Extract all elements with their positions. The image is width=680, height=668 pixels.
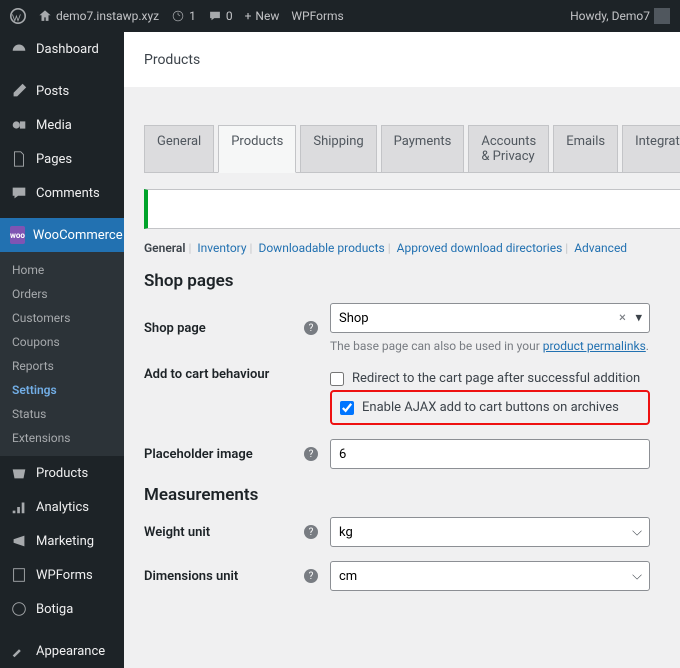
placeholder-label: Placeholder image	[144, 447, 304, 462]
tab-payments[interactable]: Payments	[381, 125, 465, 172]
shop-page-desc: The base page can also be used in your p…	[330, 339, 650, 353]
tab-products[interactable]: Products	[218, 125, 296, 173]
menu-analytics[interactable]: Analytics	[0, 490, 124, 524]
placeholder-input[interactable]	[330, 439, 650, 469]
menu-marketing[interactable]: Marketing	[0, 524, 124, 558]
admin-sidebar: Dashboard Posts Media Pages Comments woo…	[0, 32, 124, 668]
site-name[interactable]: demo7.instawp.xyz	[38, 9, 159, 23]
dimensions-label: Dimensions unit	[144, 569, 304, 584]
tab-shipping[interactable]: Shipping	[300, 125, 376, 172]
submenu-home[interactable]: Home	[0, 258, 124, 282]
ajax-checkbox-row: Enable AJAX add to cart buttons on archi…	[340, 396, 640, 419]
subsub-downloadable[interactable]: Downloadable products	[258, 241, 384, 255]
ajax-highlight: Enable AJAX add to cart buttons on archi…	[330, 390, 650, 425]
menu-wpforms[interactable]: WPForms	[0, 558, 124, 592]
redirect-label: Redirect to the cart page after successf…	[352, 371, 640, 386]
menu-dashboard[interactable]: Dashboard	[0, 32, 124, 66]
submenu-reports[interactable]: Reports	[0, 354, 124, 378]
woocommerce-icon: woo	[10, 226, 25, 244]
redirect-checkbox[interactable]	[330, 372, 344, 386]
chevron-down-icon[interactable]: ⌵	[632, 569, 642, 584]
field-shop-page: Shop page ? × ▾ The base page can also b…	[144, 303, 680, 353]
shop-page-label: Shop page	[144, 321, 304, 336]
subsub-inventory[interactable]: Inventory	[197, 241, 246, 255]
subsub-approved-dirs[interactable]: Approved download directories	[397, 241, 563, 255]
woocommerce-submenu: Home Orders Customers Coupons Reports Se…	[0, 252, 124, 456]
admin-notice	[144, 189, 680, 229]
menu-posts[interactable]: Posts	[0, 74, 124, 108]
submenu-extensions[interactable]: Extensions	[0, 426, 124, 450]
submenu-customers[interactable]: Customers	[0, 306, 124, 330]
submenu-coupons[interactable]: Coupons	[0, 330, 124, 354]
submenu-orders[interactable]: Orders	[0, 282, 124, 306]
product-permalinks-link[interactable]: product permalinks	[543, 339, 646, 353]
field-cart-behaviour: Add to cart behaviour Redirect to the ca…	[144, 367, 680, 425]
menu-woocommerce[interactable]: wooWooCommerce	[0, 218, 124, 252]
weight-select[interactable]	[330, 517, 650, 547]
woo-header: Products Activity Finish setup	[124, 32, 680, 87]
section-shop-pages: Shop pages	[144, 271, 680, 291]
submenu-settings[interactable]: Settings	[0, 378, 124, 402]
clear-icon[interactable]: ×	[619, 311, 626, 326]
subsub-nav: General| Inventory| Downloadable product…	[144, 241, 680, 255]
shop-page-select[interactable]	[330, 303, 650, 333]
redirect-checkbox-row: Redirect to the cart page after successf…	[330, 367, 650, 390]
field-dimensions-unit: Dimensions unit ? ⌵	[144, 561, 680, 591]
help-icon[interactable]: ?	[304, 447, 318, 461]
menu-products[interactable]: Products	[0, 456, 124, 490]
ajax-label: Enable AJAX add to cart buttons on archi…	[362, 400, 619, 415]
comments-icon[interactable]: 0	[208, 9, 233, 23]
help-icon[interactable]: ?	[304, 525, 318, 539]
menu-appearance[interactable]: Appearance	[0, 634, 124, 668]
ajax-checkbox[interactable]	[340, 401, 354, 415]
dimensions-select[interactable]	[330, 561, 650, 591]
submenu-status[interactable]: Status	[0, 402, 124, 426]
tab-emails[interactable]: Emails	[553, 125, 618, 172]
chevron-down-icon[interactable]: ⌵	[632, 525, 642, 540]
subsub-advanced[interactable]: Advanced	[574, 241, 627, 255]
tab-integration[interactable]: Integration	[622, 125, 680, 172]
cart-behaviour-label: Add to cart behaviour	[144, 367, 304, 382]
wpforms-link[interactable]: WPForms	[291, 9, 343, 23]
menu-comments[interactable]: Comments	[0, 176, 124, 210]
updates-icon[interactable]: 1	[171, 9, 196, 23]
menu-botiga[interactable]: Botiga	[0, 592, 124, 626]
new-content[interactable]: + New	[245, 9, 280, 23]
help-icon[interactable]: ?	[304, 321, 318, 335]
field-weight-unit: Weight unit ? ⌵	[144, 517, 680, 547]
tab-general[interactable]: General	[144, 125, 214, 172]
section-measurements: Measurements	[144, 485, 680, 505]
tab-accounts-privacy[interactable]: Accounts & Privacy	[468, 125, 549, 172]
help-icon[interactable]: ?	[304, 569, 318, 583]
admin-toolbar: demo7.instawp.xyz 1 0 + New WPForms Howd…	[0, 0, 680, 32]
settings-tabs: General Products Shipping Payments Accou…	[144, 125, 680, 173]
avatar	[654, 8, 670, 24]
page-title: Products	[144, 52, 200, 68]
howdy-user[interactable]: Howdy, Demo7	[570, 8, 670, 24]
chevron-down-icon[interactable]: ▾	[635, 311, 642, 326]
wp-logo-icon[interactable]	[10, 8, 26, 24]
menu-pages[interactable]: Pages	[0, 142, 124, 176]
menu-media[interactable]: Media	[0, 108, 124, 142]
main-content: Products Activity Finish setup Help ▾ Ge…	[124, 32, 680, 668]
field-placeholder-image: Placeholder image ?	[144, 439, 680, 469]
subsub-general[interactable]: General	[144, 241, 185, 255]
weight-label: Weight unit	[144, 525, 304, 540]
